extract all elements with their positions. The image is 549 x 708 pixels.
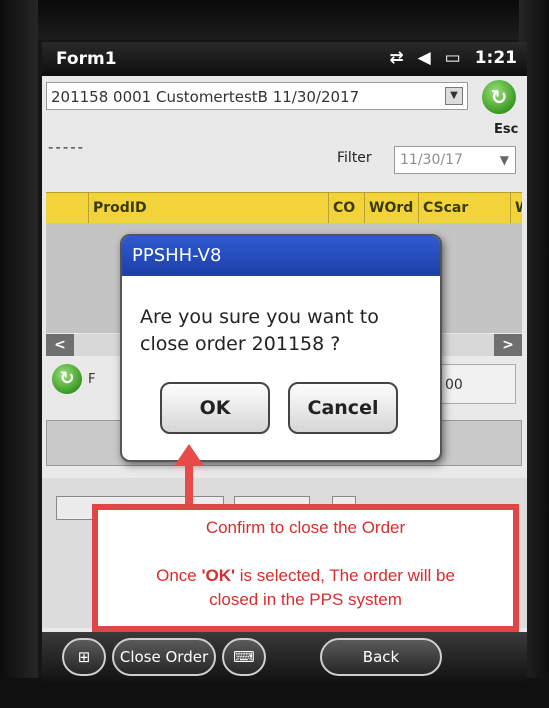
grid-col-word[interactable]: WOrd [364,193,418,223]
grid-col-w[interactable]: W [510,193,522,223]
keyboard-icon: ⌨ [233,648,255,666]
grid-col-prodid[interactable]: ProdID [88,193,328,223]
windows-logo-icon: ⊞ [77,648,91,666]
refresh-icon: ↻ [59,368,75,389]
row-label: F [88,372,96,387]
volume-icon: ◀ [417,48,431,68]
chevron-down-icon[interactable]: ▼ [500,147,509,173]
go-button[interactable]: ↻ [482,80,516,114]
dialog-title: PPSHH-V8 [122,236,440,276]
title-bar: Form1 ⇄ ◀ ▭ 1:21 [42,42,527,76]
clock: 1:21 [474,48,517,68]
battery-icon: ▭ [444,48,461,68]
grid-col-cscar[interactable]: CScar [418,193,510,223]
device-screen: Form1 ⇄ ◀ ▭ 1:21 201158 0001 Customertes… [42,42,527,682]
chevron-down-icon[interactable]: ▼ [445,87,463,105]
grid-header: ProdID CO WOrd CScar W [46,192,522,224]
ok-button[interactable]: OK [160,382,270,434]
callout-line-3: closed in the PPS system [209,590,402,609]
keyboard-button[interactable]: ⌨ [222,638,266,676]
window-title: Form1 [56,49,117,69]
back-button[interactable]: Back [320,638,442,676]
device-bezel-bottom [0,678,549,708]
cancel-button[interactable]: Cancel [288,382,398,434]
esc-label[interactable]: Esc [494,122,518,137]
refresh-icon: ↻ [490,85,508,109]
annotation-callout: Confirm to close the Order Once 'OK' is … [92,504,519,632]
scroll-right-icon[interactable]: > [494,334,522,356]
device-bezel-left [0,0,38,708]
sync-icon: ⇄ [389,48,404,68]
filter-date-value: 11/30/17 [400,152,463,168]
status-area: ⇄ ◀ ▭ 1:21 [389,48,517,68]
grid-col-select[interactable] [46,193,88,223]
filter-date-input[interactable]: 11/30/17 ▼ [394,146,516,174]
callout-ok-emphasis: 'OK' [201,566,236,585]
callout-line-1: Confirm to close the Order [205,518,406,537]
softkey-bar: ⊞ Close Order ⌨ Back [42,632,527,682]
close-order-button[interactable]: Close Order [112,638,216,676]
windows-start-button[interactable]: ⊞ [62,638,106,676]
device-bezel-top [0,0,549,40]
grid-col-co[interactable]: CO [328,193,364,223]
order-status-dashes: ----- [48,138,86,156]
confirm-dialog: PPSHH-V8 Are you sure you want to close … [120,234,442,462]
row-go-button[interactable]: ↻ [52,364,82,394]
order-select[interactable]: 201158 0001 CustomertestB 11/30/2017 ▼ [46,82,468,110]
callout-line-2: Once 'OK' is selected, The order will be [156,566,455,585]
scroll-left-icon[interactable]: < [46,334,74,356]
filter-label: Filter [337,150,372,166]
order-select-value: 201158 0001 CustomertestB 11/30/2017 [51,88,360,106]
dialog-message: Are you sure you want to close order 201… [140,306,379,355]
